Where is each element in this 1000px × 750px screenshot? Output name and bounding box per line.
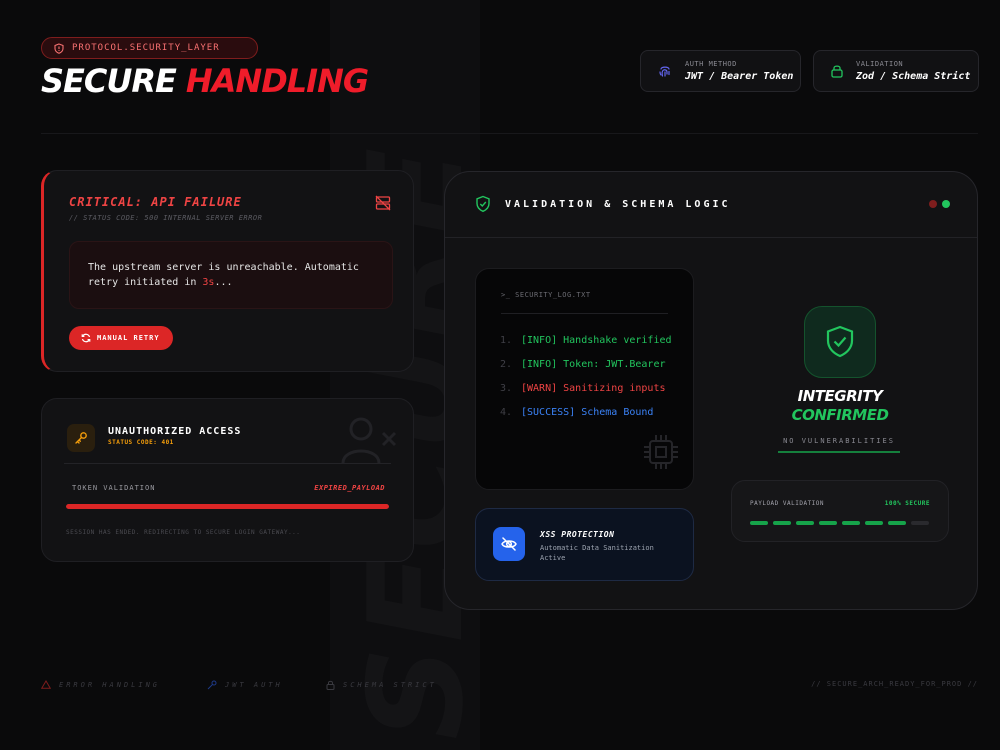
footer-label: JWT AUTH xyxy=(225,681,283,689)
manual-retry-button[interactable]: MANUAL RETRY xyxy=(69,326,173,350)
token-validation-label: TOKEN VALIDATION xyxy=(72,484,156,492)
manual-retry-label: MANUAL RETRY xyxy=(97,334,160,342)
validation-key: VALIDATION xyxy=(856,60,904,68)
cpu-icon xyxy=(644,435,678,469)
xss-subtitle: Automatic Data Sanitization Active xyxy=(540,544,654,562)
session-note: SESSION HAS ENDED. REDIRECTING TO SECURE… xyxy=(66,529,301,536)
log-line: 2. [INFO] Token: JWT.Bearer xyxy=(500,357,675,372)
unauthorized-status-code: STATUS CODE: 401 xyxy=(108,439,174,446)
payload-segment-filled xyxy=(865,521,883,525)
key-icon xyxy=(207,680,217,690)
xss-icon-box xyxy=(493,527,525,561)
validation-value: Zod / Schema Strict xyxy=(856,71,971,82)
server-off-icon xyxy=(375,195,391,211)
log-line-text: [INFO] Token: JWT.Bearer xyxy=(521,359,666,370)
key-icon-box xyxy=(67,424,95,452)
payload-segment-filled xyxy=(773,521,791,525)
footer-label: SCHEMA STRICT xyxy=(343,681,437,689)
unauthorized-title: UNAUTHORIZED ACCESS xyxy=(108,426,242,437)
status-dot-red xyxy=(929,200,937,208)
log-lines: 1. [INFO] Handshake verified 2. [INFO] Toke… xyxy=(500,333,675,429)
log-line: 4. [SUCCESS] Schema Bound xyxy=(500,405,675,420)
unauthorized-card: UNAUTHORIZED ACCESS STATUS CODE: 401 TOK… xyxy=(41,398,414,562)
footer-right: // SECURE_ARCH_READY_FOR_PROD // xyxy=(811,680,978,688)
auth-method-value: JWT / Bearer Token xyxy=(685,71,794,82)
footer-right-text: // SECURE_ARCH_READY_FOR_PROD // xyxy=(811,680,978,688)
eye-off-icon xyxy=(501,537,517,551)
log-divider xyxy=(501,313,668,314)
token-progress-fill xyxy=(66,504,389,509)
warning-triangle-icon xyxy=(41,680,51,689)
validation-card: VALIDATION Zod / Schema Strict xyxy=(813,50,979,92)
protocol-label: PROTOCOL.SECURITY_LAYER xyxy=(72,43,220,53)
payload-validation-card: PAYLOAD VALIDATION 100% SECURE xyxy=(731,480,949,542)
status-dot-green xyxy=(942,200,950,208)
title-white: SECURE xyxy=(41,62,177,100)
log-line-number: 3. xyxy=(500,383,513,394)
payload-segment-empty xyxy=(911,521,929,525)
payload-segment-filled xyxy=(842,521,860,525)
payload-segment-bar xyxy=(750,521,929,525)
critical-message-box: The upstream server is unreachable. Auto… xyxy=(69,241,393,309)
integrity-line2: CONFIRMED xyxy=(791,406,889,424)
log-line-text: [SUCCESS] Schema Bound xyxy=(521,407,654,418)
page-title: SECURE HANDLING xyxy=(41,62,369,100)
payload-segment-filled xyxy=(796,521,814,525)
log-line-text: [WARN] Sanitizing inputs xyxy=(521,383,666,394)
payload-segment-filled xyxy=(750,521,768,525)
integrity-icon-box xyxy=(804,306,876,378)
critical-ellipsis: ... xyxy=(214,277,233,288)
critical-subtitle: // STATUS CODE: 500 INTERNAL SERVER ERRO… xyxy=(69,214,263,222)
auth-method-card: AUTH METHOD JWT / Bearer Token xyxy=(640,50,801,92)
log-line-number: 4. xyxy=(500,407,513,418)
header-divider xyxy=(41,133,978,134)
footer-item-schema-strict: SCHEMA STRICT xyxy=(326,680,437,690)
xss-protection-card: XSS PROTECTION Automatic Data Sanitizati… xyxy=(475,508,694,581)
payload-segment-filled xyxy=(888,521,906,525)
shield-check-icon xyxy=(826,325,854,358)
lock-icon xyxy=(831,65,843,78)
validation-panel: VALIDATION & SCHEMA LOGIC >_ SECURITY_LO… xyxy=(444,171,978,610)
lock-icon xyxy=(326,680,335,690)
payload-status: 100% SECURE xyxy=(884,500,930,507)
footer-item-error-handling: ERROR HANDLING xyxy=(41,680,160,689)
shield-alert-icon xyxy=(54,42,64,54)
log-line-number: 2. xyxy=(500,359,513,370)
payload-label: PAYLOAD VALIDATION xyxy=(750,500,825,507)
footer-item-jwt-auth: JWT AUTH xyxy=(207,680,283,690)
log-line-number: 1. xyxy=(500,335,513,346)
log-line: 1. [INFO] Handshake verified xyxy=(500,333,675,348)
log-line: 3. [WARN] Sanitizing inputs xyxy=(500,381,675,396)
protocol-badge: PROTOCOL.SECURITY_LAYER xyxy=(41,37,258,59)
validation-panel-header: VALIDATION & SCHEMA LOGIC xyxy=(445,172,977,238)
xss-title: XSS PROTECTION xyxy=(540,530,615,539)
integrity-line1: INTEGRITY xyxy=(797,387,883,405)
validation-panel-title: VALIDATION & SCHEMA LOGIC xyxy=(505,199,731,210)
log-filename: >_ SECURITY_LOG.TXT xyxy=(501,291,591,299)
unauthorized-divider xyxy=(64,463,391,464)
payload-segment-filled xyxy=(819,521,837,525)
user-x-icon xyxy=(341,417,397,464)
critical-title: CRITICAL: API FAILURE xyxy=(69,195,242,209)
refresh-icon xyxy=(81,333,91,343)
title-red: HANDLING xyxy=(185,62,369,100)
log-line-text: [INFO] Handshake verified xyxy=(521,335,672,346)
auth-method-key: AUTH METHOD xyxy=(685,60,737,68)
no-vulnerabilities-tag: NO VULNERABILITIES xyxy=(778,437,900,453)
token-progress-bar xyxy=(66,504,389,509)
fingerprint-icon xyxy=(659,66,670,77)
token-status: EXPIRED_PAYLOAD xyxy=(314,484,385,492)
security-log: >_ SECURITY_LOG.TXT 1. [INFO] Handshake v… xyxy=(475,268,694,490)
retry-countdown: 3s xyxy=(202,277,215,288)
critical-error-card: CRITICAL: API FAILURE // STATUS CODE: 50… xyxy=(41,170,414,372)
footer-label: ERROR HANDLING xyxy=(59,680,161,689)
shield-check-icon xyxy=(476,195,490,213)
key-icon xyxy=(75,432,87,444)
